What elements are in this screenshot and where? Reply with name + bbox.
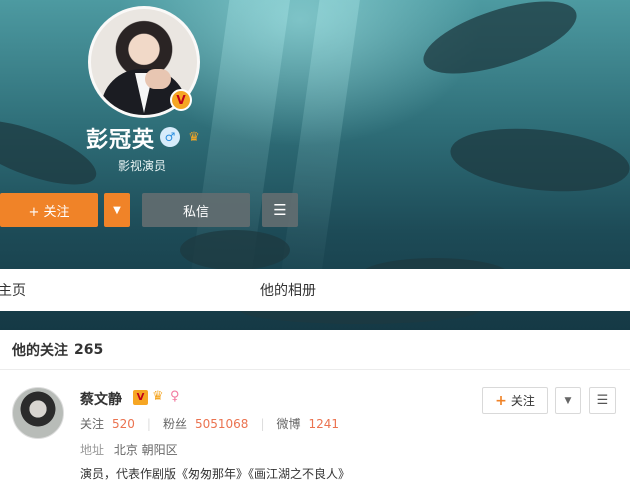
user-follow-button[interactable]: + 关注 (482, 387, 548, 414)
following-heading: 他的关注 265 (0, 330, 630, 370)
verified-icon: V (133, 390, 148, 405)
address-value: 北京 朝阳区 (113, 443, 178, 457)
stat-following-label: 关注 (80, 417, 105, 431)
message-button[interactable]: 私信 (142, 193, 250, 227)
stat-fans-value[interactable]: 5051068 (195, 417, 248, 431)
stat-fans-label: 粉丝 (162, 417, 187, 431)
user-stats: 关注 520 | 粉丝 5051068 | 微博 1241 (80, 415, 339, 432)
light-ray (277, 0, 363, 302)
user-bio: 演员，代表作剧版《匆匆那年》《画江湖之不良人》 (80, 467, 351, 481)
stat-following-value[interactable]: 520 (112, 417, 135, 431)
following-heading-label: 他的关注 (12, 342, 68, 359)
stat-posts-value[interactable]: 1241 (309, 417, 340, 431)
profile-tabs: 主页 他的相册 (0, 269, 630, 311)
tab-album[interactable]: 他的相册 (260, 280, 316, 300)
user-menu-icon[interactable]: ☰ (589, 387, 616, 414)
female-icon: ♀ (170, 389, 180, 404)
user-follow-label: 关注 (510, 394, 535, 408)
whale-shape (180, 230, 290, 270)
address-label: 地址 (80, 443, 105, 457)
divider: | (146, 416, 151, 431)
whale-shape (447, 120, 630, 200)
following-count: 265 (74, 341, 104, 358)
user-avatar[interactable] (12, 387, 64, 439)
crown-icon: ♛ (152, 389, 164, 404)
more-menu-icon[interactable]: ☰ (262, 193, 298, 227)
stat-posts-label: 微博 (276, 417, 301, 431)
verified-icon: V (170, 89, 192, 111)
follow-dropdown-button[interactable]: ▼ (104, 193, 130, 227)
user-address: 地址 北京 朝阳区 (80, 441, 178, 458)
avatar-hand (145, 69, 171, 89)
profile-title: 影视演员 (118, 159, 167, 173)
divider: | (260, 416, 265, 431)
profile-name: 彭冠英 (86, 128, 156, 153)
user-name[interactable]: 蔡文静 (80, 389, 122, 409)
male-icon: ♂ (160, 127, 180, 147)
follow-button[interactable]: + 关注 (0, 193, 98, 227)
plus-icon: + (495, 392, 507, 409)
chevron-down-icon[interactable]: ▼ (555, 387, 581, 414)
tab-home[interactable]: 主页 (0, 280, 26, 300)
crown-icon: ♛ (188, 129, 200, 145)
whale-shape (415, 0, 585, 89)
